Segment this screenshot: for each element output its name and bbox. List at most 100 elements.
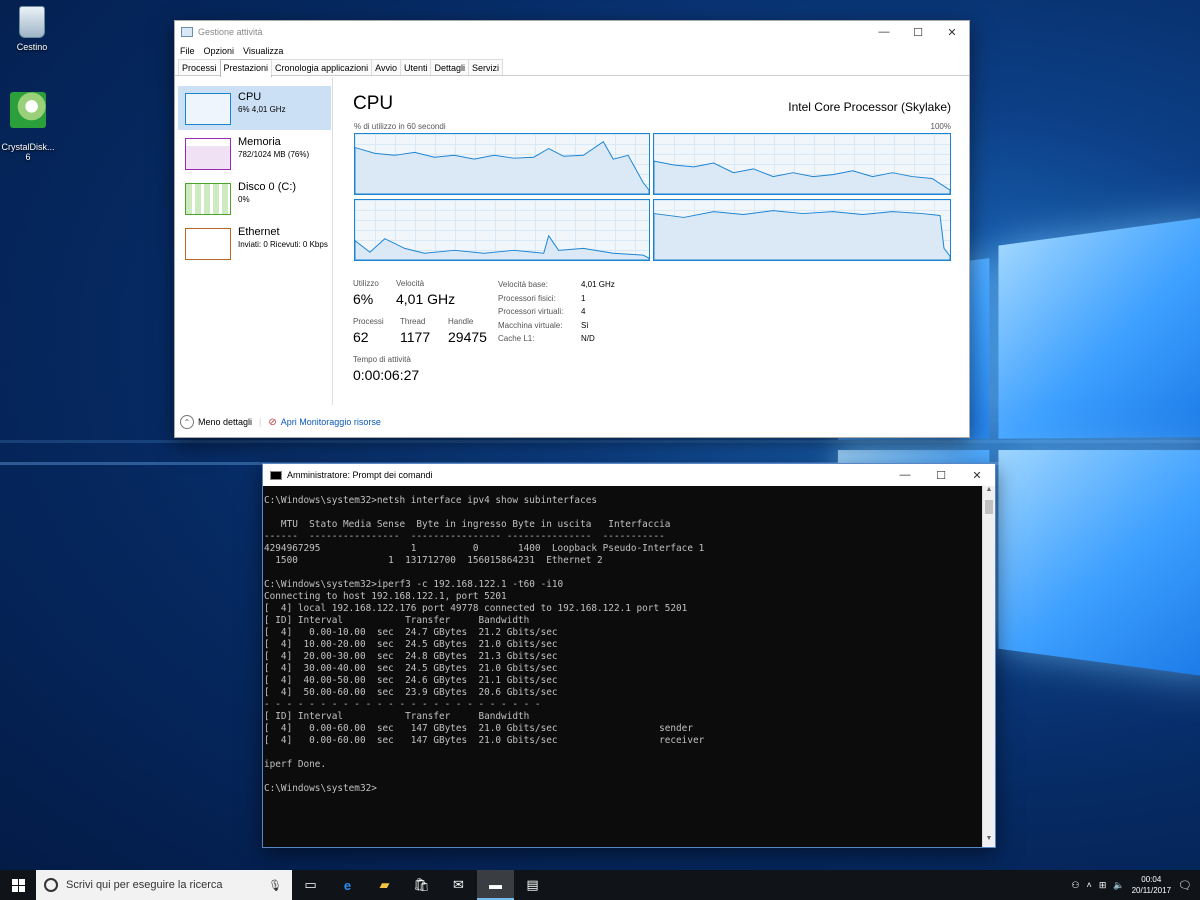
close-button[interactable]: ✕ <box>959 464 995 486</box>
taskbar: Scrivi qui per eseguire la ricerca 🎙 ▭ e… <box>0 870 1200 900</box>
detail-key: Processori fisici: <box>498 293 556 303</box>
sidebar-item-disk[interactable]: Disco 0 (C:) 0% <box>178 176 331 220</box>
cpu-details-values: 4,01 GHz 1 4 Sì N/D <box>581 278 615 346</box>
minimize-button[interactable]: — <box>867 21 901 43</box>
console-line: [ 4] 0.00-10.00 sec 24.7 GBytes 21.2 Gbi… <box>264 627 558 638</box>
start-button[interactable] <box>0 870 36 900</box>
sidebar-item-value: 782/1024 MB (76%) <box>238 150 310 159</box>
console-line: [ 4] 10.00-20.00 sec 24.5 GBytes 21.0 Gb… <box>264 639 558 650</box>
cpu-model: Intel Core Processor (Skylake) <box>788 100 951 114</box>
console-line: MTU Stato Media Sense Byte in ingresso B… <box>264 519 671 530</box>
file-explorer-icon[interactable]: ▰ <box>366 870 403 900</box>
detail-key: Processori virtuali: <box>498 307 564 316</box>
tab-users[interactable]: Utenti <box>399 59 432 75</box>
sidebar-item-value: 0% <box>238 195 250 204</box>
tab-processes[interactable]: Processi <box>178 59 221 75</box>
clock[interactable]: 00:04 20/11/2017 <box>1132 874 1171 896</box>
cpu-core-graph <box>354 199 650 261</box>
resource-monitor-icon: ⊘ <box>268 416 277 428</box>
tab-services[interactable]: Servizi <box>468 59 504 75</box>
clock-date: 20/11/2017 <box>1131 886 1172 895</box>
store-icon[interactable]: 🛍 <box>403 870 440 900</box>
stat-threads: Thread 1177 <box>400 317 430 345</box>
performance-sidebar: CPU 6% 4,01 GHz Memoria 782/1024 MB (76%) … <box>175 77 333 405</box>
console-line: [ 4] local 192.168.122.176 port 49778 co… <box>264 603 688 614</box>
task-manager-icon <box>181 27 193 37</box>
console-line: [ ID] Interval Transfer Bandwidth <box>264 615 530 626</box>
console-output[interactable]: C:\Windows\system32>netsh interface ipv4… <box>264 495 981 847</box>
console-line: [ 4] 0.00-60.00 sec 147 GBytes 21.0 Gbit… <box>264 723 693 734</box>
graph-label: % di utilizzo in 60 secondi <box>354 122 446 131</box>
crystaldisk-icon <box>10 92 46 128</box>
maximize-button[interactable]: ☐ <box>923 464 959 486</box>
menu-file[interactable]: File <box>180 46 195 56</box>
detail-key: Macchina virtuale: <box>498 320 563 330</box>
stat-label: Handle <box>448 317 474 326</box>
window-title: Gestione attività <box>198 27 263 37</box>
console-line: [ ID] Interval Transfer Bandwidth <box>264 711 530 722</box>
sidebar-item-ethernet[interactable]: Ethernet Inviati: 0 Ricevuti: 0 Kbps <box>178 221 331 265</box>
tab-app-history[interactable]: Cronologia applicazioni <box>271 59 373 75</box>
microphone-icon[interactable]: 🎙 <box>268 879 282 892</box>
notifications-icon[interactable]: 🗨 <box>1178 879 1192 892</box>
open-resource-monitor-link[interactable]: Apri Monitoraggio risorse <box>281 417 381 427</box>
title-bar[interactable]: Gestione attività — ☐ ✕ <box>175 21 969 43</box>
tab-performance[interactable]: Prestazioni <box>219 59 273 77</box>
stat-value: 4,01 GHz <box>396 291 456 307</box>
close-button[interactable]: ✕ <box>935 21 969 43</box>
sidebar-item-memory[interactable]: Memoria 782/1024 MB (76%) <box>178 131 331 175</box>
clock-time: 00:04 <box>1141 875 1162 884</box>
stat-label: Processi <box>353 317 384 326</box>
detail-value: N/D <box>581 334 595 343</box>
network-icon[interactable]: ⊞ <box>1099 880 1107 891</box>
mail-icon[interactable]: ✉ <box>440 870 477 900</box>
task-manager-window: Gestione attività — ☐ ✕ File Opzioni Vis… <box>174 20 970 438</box>
scroll-down-icon[interactable]: ▼ <box>983 835 995 847</box>
stat-processes: Processi 62 <box>353 317 384 345</box>
volume-muted-icon[interactable]: 🔈 <box>1113 880 1124 891</box>
chevron-up-icon[interactable]: ⌃ <box>180 415 194 429</box>
scroll-up-icon[interactable]: ▲ <box>983 486 995 498</box>
desktop-icon-recycle-bin[interactable]: Cestino <box>0 6 64 52</box>
cpu-core-graph <box>354 133 650 195</box>
taskbar-command-prompt-icon[interactable]: ▬ <box>477 870 514 900</box>
desktop-icon-crystaldisk[interactable]: CrystalDisk... 6 <box>0 82 60 172</box>
taskbar-task-manager-icon[interactable]: ▤ <box>514 870 551 900</box>
menu-view[interactable]: Visualizza <box>243 46 283 56</box>
maximize-button[interactable]: ☐ <box>901 21 935 43</box>
desktop-icon-label: CrystalDisk... 6 <box>1 142 55 162</box>
console-line: - - - - - - - - - - - - - - - - - - - - … <box>264 699 541 710</box>
menu-options[interactable]: Opzioni <box>204 46 235 56</box>
people-icon[interactable]: ⚇ <box>1071 880 1079 891</box>
vertical-scrollbar[interactable]: ▲ ▼ <box>982 486 995 847</box>
detail-key: Cache L1: <box>498 334 535 343</box>
stat-label: Tempo di attività <box>353 355 411 364</box>
console-line: [ 4] 0.00-60.00 sec 147 GBytes 21.0 Gbit… <box>264 735 705 746</box>
task-view-icon[interactable]: ▭ <box>292 870 329 900</box>
sidebar-item-label: Disco 0 (C:) <box>238 181 297 193</box>
console-line: C:\Windows\system32>netsh interface ipv4… <box>264 495 598 506</box>
search-box[interactable]: Scrivi qui per eseguire la ricerca 🎙 <box>36 870 292 900</box>
console-line: C:\Windows\system32>iperf3 -c 192.168.12… <box>264 579 564 590</box>
title-bar[interactable]: Amministratore: Prompt dei comandi — ☐ ✕ <box>263 464 995 486</box>
tab-startup[interactable]: Avvio <box>371 59 401 75</box>
menu-bar: File Opzioni Visualizza <box>175 43 969 59</box>
less-details-link[interactable]: Meno dettagli <box>198 417 252 427</box>
cortana-icon <box>44 878 58 892</box>
recycle-bin-icon <box>19 6 45 38</box>
minimize-button[interactable]: — <box>887 464 923 486</box>
console-line: C:\Windows\system32> <box>264 783 377 794</box>
sidebar-item-cpu[interactable]: CPU 6% 4,01 GHz <box>178 86 331 130</box>
graph-max-label: 100% <box>930 122 951 131</box>
scrollbar-thumb[interactable] <box>985 500 993 514</box>
console-line: Connecting to host 192.168.122.1, port 5… <box>264 591 507 602</box>
system-tray: ⚇ ˄ ⊞ 🔈 00:04 20/11/2017 🗨 <box>1071 874 1200 896</box>
edge-icon[interactable]: e <box>329 870 366 900</box>
tab-details[interactable]: Dettagli <box>430 59 469 75</box>
stat-speed: Velocità 4,01 GHz <box>396 279 455 307</box>
console-line: [ 4] 50.00-60.00 sec 23.9 GBytes 20.6 Gb… <box>264 687 558 698</box>
chevron-up-icon[interactable]: ˄ <box>1087 880 1092 890</box>
sidebar-item-label: CPU <box>238 91 262 103</box>
